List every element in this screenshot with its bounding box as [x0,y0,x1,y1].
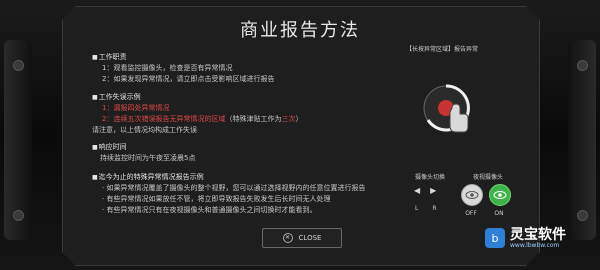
response-heading: 响应时间 [92,142,195,153]
left-side-panel [4,40,32,240]
watermark-logo-icon: b [485,228,505,248]
examples-item: · 有些异常情况如果放任不管，将立即导致报告失败发生后长时间无人处理 [102,195,331,203]
camera-switch-label: 摄像头切换 [414,174,445,181]
night-vision-on-toggle[interactable] [489,184,511,206]
night-vision-off-toggle[interactable] [461,184,483,206]
duties-heading: 工作职责 [92,52,274,63]
mistakes-section: 工作失误示例 1：漏报四处异常情况 2：连续五次错误报告无异常情况的区域（特殊津… [92,92,302,136]
mistakes-item-close: ） [295,115,303,123]
camera-switch-arrows: ◀▶ [414,186,446,195]
right-side-panel [568,40,596,240]
mistakes-item: 1：漏报四处异常情况 [102,104,170,112]
close-button[interactable]: ✕ CLOSE [262,228,342,248]
left-arrow-icon[interactable]: ◀ [414,186,430,195]
duties-item: 2：如果发现异常情况，请立即点击受影响区域进行报告 [102,75,275,83]
response-text: 持续监控时间为午夜至凌晨5点 [100,154,196,162]
right-label: R [432,205,451,212]
mistakes-item-text: 2：连续五次错误报告无异常情况的区域 [102,115,226,123]
eye-off-icon [465,191,479,199]
examples-section: 迄今为止的特殊异常情况报告示例 · 如果异常情况覆盖了摄像头的整个视野，您可以通… [92,172,366,216]
on-label: ON [494,210,504,217]
off-label: OFF [465,210,477,217]
camera-switch-lr: LR [415,205,451,212]
response-section: 响应时间 持续监控时间为午夜至凌晨5点 [92,142,196,164]
page-title: 商业报告方法 [240,20,360,41]
night-vision-label: 夜视摄像头 [472,174,503,181]
press-dial-illustration [420,82,472,134]
bolt-icon [577,210,588,221]
bolt-icon [13,210,24,221]
mistakes-item-suffix: （特殊津贴工作为 [225,115,282,123]
duties-item: 1：观看监控摄像头，检查是否有异常情况 [102,64,233,72]
watermark-name: 灵宝软件 [510,226,566,243]
right-arrow-icon[interactable]: ▶ [430,186,446,195]
mistakes-note: 请注意，以上情况均构成工作失误 [92,126,197,134]
eye-on-icon [493,191,507,199]
duties-section: 工作职责 1：观看监控摄像头，检查是否有异常情况 2：如果发现异常情况，请立即点… [92,52,275,85]
watermark: b 灵宝软件 www.lbwbw.com [484,227,566,249]
watermark-url: www.lbwbw.com [510,241,560,249]
press-hand-icon [423,84,470,133]
close-icon: ✕ [282,233,293,243]
bolt-icon [577,60,588,71]
mistakes-item-red-tail: 三次 [281,115,296,123]
left-label: L [415,205,433,212]
close-button-label: CLOSE [298,234,322,242]
svg-text:b: b [492,232,499,245]
examples-item: · 如果异常情况覆盖了摄像头的整个视野，您可以通过选择视野内的任意位置进行报告 [102,184,366,192]
examples-heading: 迄今为止的特殊异常情况报告示例 [92,172,365,183]
report-annotation: 【长按异常区域】报告异常 [406,46,479,53]
mistakes-item: 2：连续五次错误报告无异常情况的区域（特殊津贴工作为三次） [92,114,302,125]
bolt-icon [13,60,24,71]
mistakes-heading: 工作失误示例 [92,92,302,103]
examples-item: · 有些异常情况只有在夜视摄像头和普通摄像头之间切换时才能看到。 [102,206,317,214]
